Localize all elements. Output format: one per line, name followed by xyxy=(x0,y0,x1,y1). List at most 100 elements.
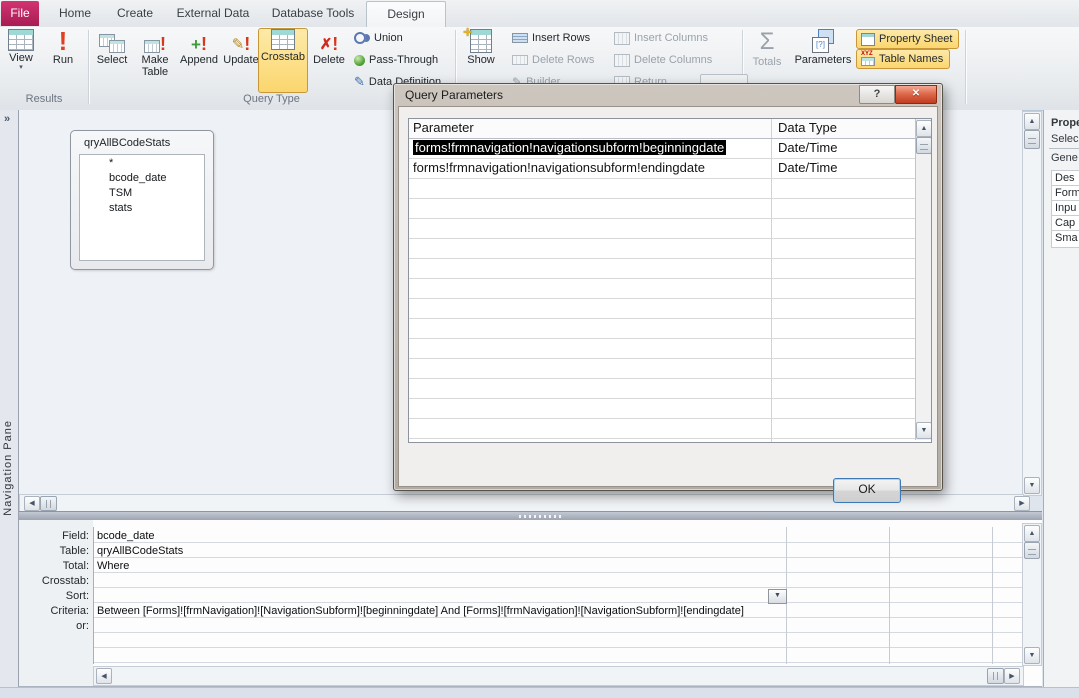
parameter-row-empty[interactable] xyxy=(409,399,931,419)
parameter-row-empty[interactable] xyxy=(409,359,931,379)
help-icon[interactable]: ? xyxy=(859,85,895,104)
splitter-grip xyxy=(519,515,563,518)
qbe-vscrollbar[interactable]: ▲ ▼ xyxy=(1022,523,1042,666)
property-row-smart-tags[interactable]: Sma xyxy=(1051,230,1079,248)
qbe-row-field[interactable] xyxy=(93,527,1022,543)
column-header-parameter[interactable]: Parameter xyxy=(409,119,771,138)
qbe-row-total[interactable] xyxy=(93,557,1022,573)
qbe-row-crosstab[interactable] xyxy=(93,572,1022,588)
field-list-card[interactable]: qryAllBCodeStats * bcode_date TSM stats xyxy=(70,130,214,270)
qbe-hscrollbar[interactable]: ◀ ▶ xyxy=(93,666,1024,686)
scroll-left-icon[interactable]: ◀ xyxy=(24,496,40,511)
hscroll-thumb[interactable] xyxy=(40,496,57,511)
scroll-right-icon[interactable]: ▶ xyxy=(1014,496,1030,511)
parameter-row-empty[interactable] xyxy=(409,199,931,219)
field-item-stats[interactable]: stats xyxy=(80,200,204,215)
parameter-cell[interactable]: forms!frmnavigation!navigationsubform!en… xyxy=(409,159,771,178)
insert-rows-button[interactable]: Insert Rows xyxy=(512,30,590,46)
update-label: Update xyxy=(223,54,259,66)
parameter-row-empty[interactable] xyxy=(409,299,931,319)
qbe-cell-field[interactable]: bcode_date xyxy=(97,530,155,542)
parameter-row-empty[interactable] xyxy=(409,179,931,199)
tab-file[interactable]: File xyxy=(1,1,39,26)
scroll-up-icon[interactable]: ▲ xyxy=(1024,113,1040,130)
view-button[interactable]: View ▾ xyxy=(2,29,40,71)
update-button[interactable]: ✎! Update xyxy=(221,29,261,66)
field-item-bcode-date[interactable]: bcode_date xyxy=(80,170,204,185)
parameter-row-empty[interactable] xyxy=(409,439,931,442)
select-query-button[interactable]: Select xyxy=(92,29,132,66)
delete-rows-icon xyxy=(512,55,528,65)
qbe-row-empty[interactable] xyxy=(93,647,1022,663)
parameter-row[interactable]: forms!frmnavigation!navigationsubform!be… xyxy=(409,139,931,159)
column-header-data-type[interactable]: Data Type xyxy=(771,119,931,138)
qbe-row-label-or: or: xyxy=(76,620,89,632)
ok-button[interactable]: OK xyxy=(833,478,901,503)
qbe-row-or[interactable] xyxy=(93,617,1022,633)
qbe-row-label-table: Table: xyxy=(59,545,89,557)
tab-create[interactable]: Create xyxy=(106,0,164,26)
append-button[interactable]: +! Append xyxy=(178,29,220,66)
parameter-row-empty[interactable] xyxy=(409,339,931,359)
vscroll-thumb[interactable] xyxy=(1024,542,1040,559)
table-names-button[interactable]: XYZ Table Names xyxy=(856,49,951,69)
parameter-row-empty[interactable] xyxy=(409,279,931,299)
parameter-cell-selected[interactable]: forms!frmnavigation!navigationsubform!be… xyxy=(413,140,727,155)
scroll-up-icon[interactable]: ▲ xyxy=(916,120,931,137)
query-parameters-dialog[interactable]: Query Parameters ? ✕ Parameter Data Type… xyxy=(393,83,943,503)
qbe-grid-pane: Field: Table: Total: Crosstab: Sort: Cri… xyxy=(19,520,1042,687)
qbe-row-sort[interactable] xyxy=(93,587,1022,603)
delete-query-button[interactable]: ✗! Delete xyxy=(308,29,350,66)
parameter-row[interactable]: forms!frmnavigation!navigationsubform!en… xyxy=(409,159,931,179)
crosstab-label: Crosstab xyxy=(260,51,306,63)
qbe-row-empty[interactable] xyxy=(93,632,1022,648)
parameter-row-empty[interactable] xyxy=(409,239,931,259)
scroll-up-icon[interactable]: ▲ xyxy=(1024,525,1040,542)
scroll-left-icon[interactable]: ◀ xyxy=(96,668,112,684)
parameter-row-empty[interactable] xyxy=(409,379,931,399)
crosstab-button[interactable]: Crosstab xyxy=(260,29,306,63)
pass-through-button[interactable]: Pass-Through xyxy=(354,52,438,68)
access-window: File Home Create External Data Database … xyxy=(0,0,1079,698)
parameter-row-empty[interactable] xyxy=(409,319,931,339)
data-type-cell[interactable]: Date/Time xyxy=(771,139,931,158)
expand-pane-icon[interactable]: » xyxy=(4,113,10,125)
exclamation-icon: ! xyxy=(332,34,339,54)
tab-home[interactable]: Home xyxy=(48,0,102,26)
tab-external-data[interactable]: External Data xyxy=(168,0,258,26)
scroll-down-icon[interactable]: ▼ xyxy=(1024,477,1040,494)
tab-database-tools[interactable]: Database Tools xyxy=(262,0,364,26)
field-item-star[interactable]: * xyxy=(80,155,204,170)
sort-dropdown-button[interactable]: ▼ xyxy=(768,589,787,604)
parameters-button[interactable]: [?] Parameters xyxy=(794,29,852,66)
delete-columns-label: Delete Columns xyxy=(634,54,713,66)
scroll-down-icon[interactable]: ▼ xyxy=(1024,647,1040,664)
property-tab-general[interactable]: Gene xyxy=(1051,152,1078,164)
parameter-row-empty[interactable] xyxy=(409,259,931,279)
show-table-button[interactable]: + Show xyxy=(460,24,502,66)
parameter-row-empty[interactable] xyxy=(409,219,931,239)
close-icon[interactable]: ✕ xyxy=(895,85,937,104)
hscroll-thumb[interactable] xyxy=(987,668,1004,684)
qbe-cell-table[interactable]: qryAllBCodeStats xyxy=(97,545,183,557)
property-sheet-button[interactable]: Property Sheet xyxy=(856,29,960,49)
field-item-tsm[interactable]: TSM xyxy=(80,185,204,200)
parameter-row-empty[interactable] xyxy=(409,419,931,439)
data-type-cell[interactable]: Date/Time xyxy=(771,159,931,178)
qbe-cell-total[interactable]: Where xyxy=(97,560,129,572)
dialog-vscrollbar[interactable]: ▲ ▼ xyxy=(915,119,931,440)
vscroll-thumb[interactable] xyxy=(916,137,931,154)
vscroll-thumb[interactable] xyxy=(1024,130,1040,149)
make-table-label: Make Table xyxy=(141,54,169,78)
scroll-right-icon[interactable]: ▶ xyxy=(1004,668,1020,684)
union-button[interactable]: Union xyxy=(354,30,403,46)
navigation-pane-collapsed[interactable]: » Navigation Pane xyxy=(0,110,19,687)
make-table-button[interactable]: ! Make Table xyxy=(134,29,176,78)
tab-design[interactable]: Design xyxy=(366,1,446,28)
scroll-down-icon[interactable]: ▼ xyxy=(916,422,931,439)
design-vscrollbar[interactable]: ▲ ▼ xyxy=(1022,111,1042,496)
run-button[interactable]: ! Run xyxy=(44,28,82,66)
update-icon: ✎ xyxy=(231,36,245,53)
qbe-row-table[interactable] xyxy=(93,542,1022,558)
qbe-cell-criteria[interactable]: Between [Forms]![frmNavigation]![Navigat… xyxy=(97,605,744,617)
